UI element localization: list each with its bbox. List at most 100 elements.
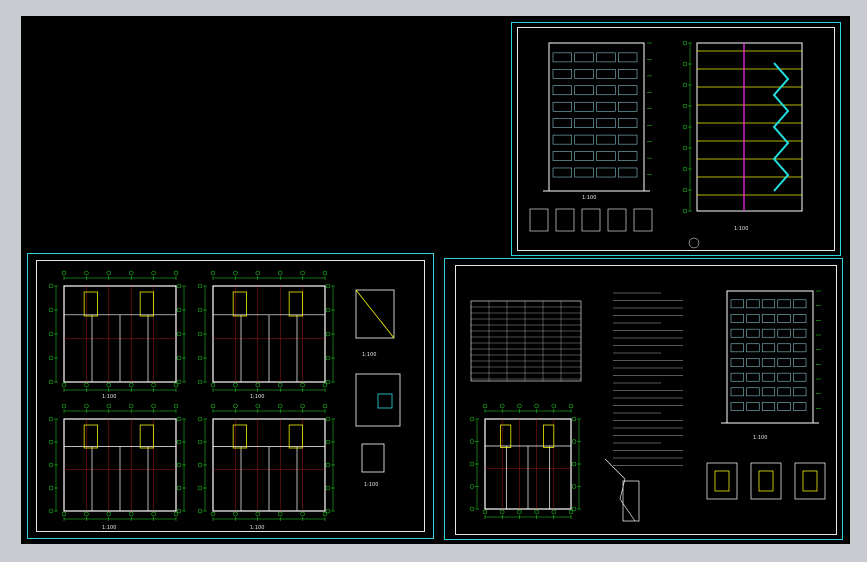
section-dim-bubble	[682, 208, 688, 214]
plan-3-dim-bottom-bubble	[151, 511, 156, 517]
plan-4-dim-right-bubble	[325, 416, 331, 422]
front-elevation-window	[552, 151, 572, 161]
side-elevation-window	[761, 328, 776, 338]
plan-4-dim-right-bubble	[325, 508, 331, 514]
section-outline	[696, 42, 803, 212]
stair-plan	[750, 462, 782, 500]
plan-2-dim-right-bubble	[325, 355, 331, 361]
plan-1-dim-bottom-bubble	[128, 382, 134, 388]
side-elevation-window	[777, 314, 791, 323]
plan-3-dim-left-bubble	[48, 439, 54, 445]
notes-elevation-sheet[interactable]: 1:100	[444, 258, 843, 540]
front-elevation-window	[618, 151, 638, 161]
plan-1-dim-left-bubble	[48, 379, 54, 385]
front-elevation-window	[574, 118, 594, 128]
section-dim-bubble	[682, 145, 688, 151]
front-elevation-window	[552, 69, 572, 79]
section-dim-bubble	[682, 40, 688, 46]
node-detail	[361, 443, 385, 473]
plan-2-dim-bottom-bubble	[233, 382, 238, 388]
site-plan-dim-left-bubble	[469, 439, 475, 444]
side-elevation-window	[730, 387, 744, 397]
plan-4-dim-left-bubble	[197, 439, 203, 445]
front-elevation-window	[618, 101, 638, 112]
side-elevation-window	[777, 299, 791, 309]
plan-1-dim-top-bubble	[106, 270, 112, 276]
plan-2-dim-left-bubble	[197, 331, 203, 337]
elevation-section-sheet[interactable]: 1:100 1:100	[511, 22, 841, 256]
front-elevation-window	[618, 69, 638, 79]
plan-1-dim-left-bubble	[48, 355, 54, 361]
site-plan-dim-top-bubble	[551, 403, 557, 409]
front-elevation-window	[574, 167, 594, 178]
site-plan-stair-b	[543, 424, 555, 448]
front-elevation-window	[596, 101, 616, 112]
side-elevation-window	[793, 343, 807, 353]
site-plan-dim-left-bubble	[469, 461, 475, 467]
plan-2-dim-right-bubble	[325, 283, 331, 289]
site-plan-dim-left-bubble	[469, 506, 475, 512]
front-elevation-window	[596, 69, 616, 79]
side-elevation-window	[730, 299, 744, 309]
front-elevation-window	[574, 52, 594, 63]
plan-3-dim-bottom-bubble	[128, 511, 134, 517]
side-elevation-window	[746, 299, 760, 309]
plan-2-dim-bottom-bubble	[277, 382, 283, 388]
stair-plan-flight	[714, 470, 730, 492]
detail-box	[581, 208, 601, 232]
front-elevation-window	[574, 85, 594, 96]
plan-2-dim-bottom-bubble	[322, 382, 328, 388]
section-dim-bubble	[682, 103, 688, 109]
plan-4-dim-bottom-bubble	[300, 511, 305, 517]
plan-3-stair-a	[83, 424, 98, 449]
plan-1-dim-top-bubble	[61, 270, 67, 276]
plan-3-dim-top-bubble	[173, 403, 179, 409]
plan-1-label: 1:100	[102, 394, 116, 400]
front-elevation-window	[596, 118, 616, 128]
stair-detail-label: 1:100	[362, 352, 376, 358]
plan-3-dim-right-bubble	[176, 439, 182, 445]
front-elevation-window	[618, 134, 638, 145]
plan-1-dim-top-bubble	[173, 270, 179, 276]
floor-plans-drawing: 1:100 1:100 1:100 1:100 1:100 1:100	[48, 270, 401, 531]
plan-3-dim-right-bubble	[176, 508, 182, 514]
stair-plan-flight	[802, 470, 818, 492]
site-plan-dim-bottom-bubble	[517, 509, 522, 515]
plan-1-dim-bottom-bubble	[151, 382, 156, 388]
plan-2-dim-top-bubble	[255, 270, 261, 276]
side-elevation-window	[777, 387, 791, 397]
side-elevation-window	[730, 402, 744, 411]
side-elevation-window	[730, 314, 744, 323]
front-elevation-window	[596, 134, 616, 145]
plan-4-dim-left-bubble	[197, 462, 203, 468]
plan-2-dim-left-bubble	[197, 355, 203, 361]
site-plan-dim-bottom-bubble	[568, 509, 574, 515]
side-elevation-window	[777, 372, 791, 382]
plan-3-dim-left-bubble	[48, 485, 54, 491]
plan-2-dim-top-bubble	[300, 270, 305, 276]
plan-3-dim-top-bubble	[84, 403, 89, 409]
side-elevation-window	[730, 358, 744, 367]
side-elevation-window	[777, 402, 791, 411]
side-elevation-window	[730, 372, 744, 382]
plan-2-dim-right-bubble	[325, 307, 331, 313]
floor-plans-sheet[interactable]: 1:100 1:100 1:100 1:100 1:100 1:100	[27, 253, 434, 539]
plan-2-dim-bottom-bubble	[300, 382, 305, 388]
plan-1-dim-right-bubble	[176, 355, 182, 361]
side-elevation-window	[793, 314, 807, 323]
stair-detail-flight	[355, 289, 395, 339]
side-elevation-window	[746, 387, 760, 397]
stair-plan	[706, 462, 738, 500]
plan-3-dim-bottom-bubble	[173, 511, 179, 517]
detail-box	[633, 208, 653, 232]
side-elevation-window	[746, 314, 760, 323]
stair-plan	[794, 462, 826, 500]
plan-2-stair-a	[232, 291, 248, 317]
plan-4-dim-left-bubble	[197, 508, 203, 514]
plan-1-dim-right-bubble	[176, 283, 182, 289]
plan-2-dim-top-bubble	[233, 270, 238, 276]
side-elevation-window	[793, 372, 807, 382]
plan-3-dim-top-bubble	[106, 403, 112, 409]
plan-4-dim-right-bubble	[325, 439, 331, 445]
section-stair	[772, 62, 790, 192]
